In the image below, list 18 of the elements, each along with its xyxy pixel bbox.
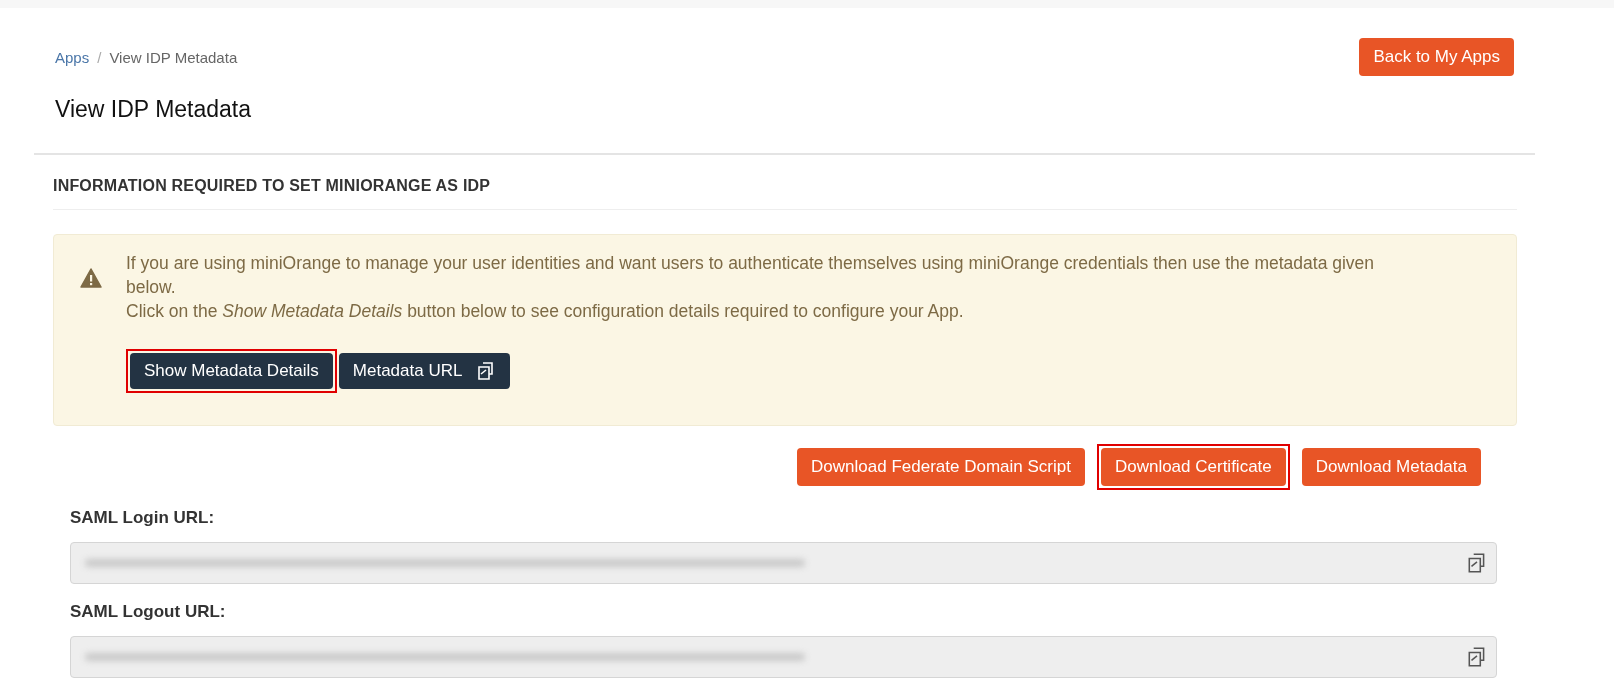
metadata-button[interactable]: Show Metadata Details (130, 353, 333, 389)
back-button[interactable]: Back to My Apps (1359, 38, 1514, 76)
breadcrumb-link[interactable]: Apps (55, 48, 90, 66)
page-title: View IDP Metadata (55, 96, 253, 123)
field-label: SAML Logout URL: (70, 602, 227, 622)
download-button[interactable]: Download Metadata (1301, 448, 1481, 486)
breadcrumb-separator: / (97, 48, 102, 66)
alert-text: If you are using miniOrange to manage your user identities and want users to authenticate themselves using miniOrange credentials then use the metadata given below. (126, 252, 1376, 299)
alert-text: Click on the Show Metadata Details button below to see configuration details required to configure your App. (126, 300, 965, 323)
download-button[interactable]: Download Certificate (1100, 448, 1286, 486)
url-field[interactable] (70, 636, 1497, 678)
download-button[interactable]: Download Federate Domain Script (797, 448, 1085, 486)
field-label: SAML Login URL: (70, 508, 216, 528)
breadcrumb-current: View IDP Metadata (109, 48, 238, 66)
metadata-button[interactable]: Metadata URL (338, 353, 511, 389)
warning-icon (80, 268, 102, 288)
section-heading: INFORMATION REQUIRED TO SET MINIORANGE AS IDP (53, 177, 492, 195)
url-field[interactable] (70, 542, 1497, 584)
